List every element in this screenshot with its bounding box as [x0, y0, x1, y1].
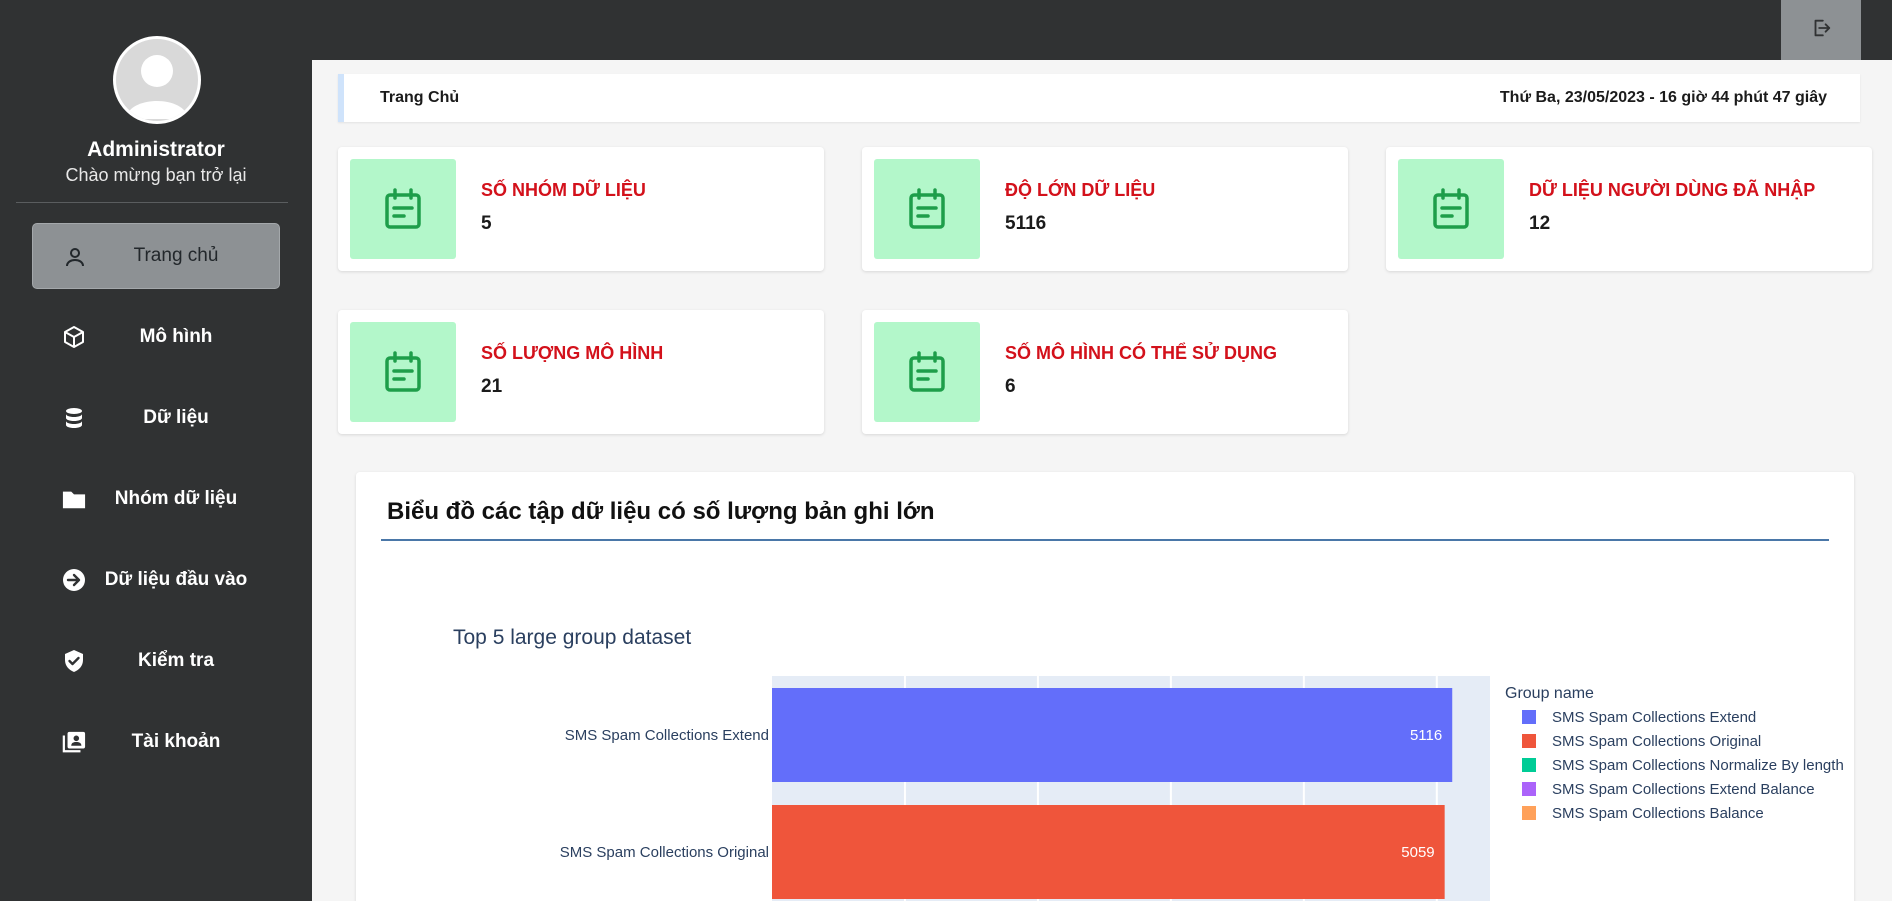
sidebar-divider — [16, 202, 288, 203]
admin-name: Administrator — [87, 138, 225, 161]
sidebar-item-label: Tài khoản — [131, 731, 221, 752]
legend-swatch — [1522, 734, 1536, 748]
notepad-icon — [1398, 159, 1504, 259]
avatar[interactable] — [113, 36, 201, 124]
sidebar-item-label: Dữ liệu — [143, 407, 209, 428]
stat-title: SỐ NHÓM DỮ LIỆU — [481, 180, 646, 200]
stat-card-usable-models: SỐ MÔ HÌNH CÓ THỂ SỬ DỤNG 6 — [862, 310, 1348, 434]
sidebar: Administrator Chào mừng bạn trở lại Tran… — [0, 0, 312, 901]
notepad-icon — [350, 159, 456, 259]
logout-icon — [1810, 17, 1832, 44]
legend-swatch — [1522, 758, 1536, 772]
legend-title: Group name — [1505, 685, 1594, 702]
stat-title: ĐỘ LỚN DỮ LIỆU — [1005, 180, 1156, 200]
category-label: SMS Spam Collections Extend — [565, 727, 769, 744]
stat-value: 6 — [1005, 376, 1016, 397]
welcome-text: Chào mừng bạn trở lại — [65, 165, 247, 185]
chart-title: Top 5 large group dataset — [453, 626, 691, 649]
stat-value: 5 — [481, 213, 492, 234]
chart-panel-divider — [381, 539, 1829, 541]
legend-item: SMS Spam Collections Original — [1552, 733, 1761, 750]
bar — [772, 805, 1445, 899]
main-content: Trang Chủ Thứ Ba, 23/05/2023 - 16 giờ 44… — [312, 60, 1892, 901]
legend-item: SMS Spam Collections Extend Balance — [1552, 781, 1815, 798]
legend-item: SMS Spam Collections Balance — [1552, 805, 1764, 822]
legend-item: SMS Spam Collections Normalize By length — [1552, 757, 1844, 774]
chart-panel: Biểu đồ các tập dữ liệu có số lượng bản … — [356, 472, 1854, 901]
sidebar-item-label: Trang chủ — [133, 245, 219, 266]
breadcrumb: Trang Chủ Thứ Ba, 23/05/2023 - 16 giờ 44… — [338, 74, 1860, 122]
stat-card-user-input: DỮ LIỆU NGƯỜI DÙNG ĐÃ NHẬP 12 — [1386, 147, 1872, 271]
current-datetime: Thứ Ba, 23/05/2023 - 16 giờ 44 phút 47 g… — [1499, 89, 1827, 106]
sidebar-item-label: Nhóm dữ liệu — [114, 488, 238, 509]
sidebar-item-input-data[interactable]: Dữ liệu đầu vào — [32, 547, 280, 613]
stat-value: 21 — [481, 376, 503, 397]
sidebar-item-label: Dữ liệu đầu vào — [104, 569, 248, 590]
sidebar-nav: Trang chủ Mô hình Dữ liệu Nhóm dữ liệu D… — [32, 223, 280, 790]
stat-title: DỮ LIỆU NGƯỜI DÙNG ĐÃ NHẬP — [1529, 180, 1816, 200]
stat-value: 12 — [1529, 213, 1551, 234]
sidebar-item-label: Kiểm tra — [137, 650, 215, 671]
logout-button[interactable] — [1781, 0, 1861, 60]
legend-swatch — [1522, 806, 1536, 820]
legend-swatch — [1522, 710, 1536, 724]
sidebar-item-check[interactable]: Kiểm tra — [32, 628, 280, 694]
data-label: 5059 — [1401, 844, 1434, 861]
stat-card-data-size: ĐỘ LỚN DỮ LIỆU 5116 — [862, 147, 1348, 271]
stat-title: SỐ LƯỢNG MÔ HÌNH — [481, 343, 664, 363]
category-label: SMS Spam Collections Original — [560, 844, 769, 861]
sidebar-item-account[interactable]: Tài khoản — [32, 709, 280, 775]
breadcrumb-home[interactable]: Trang Chủ — [380, 89, 459, 107]
stat-title: SỐ MÔ HÌNH CÓ THỂ SỬ DỤNG — [1005, 343, 1277, 363]
notepad-icon — [350, 322, 456, 422]
sidebar-item-data-groups[interactable]: Nhóm dữ liệu — [32, 466, 280, 532]
stat-value: 5116 — [1005, 213, 1047, 234]
data-label: 5116 — [1410, 727, 1442, 744]
chart-panel-title: Biểu đồ các tập dữ liệu có số lượng bản … — [387, 498, 935, 525]
bar — [772, 688, 1453, 782]
stat-card-model-count: SỐ LƯỢNG MÔ HÌNH 21 — [338, 310, 824, 434]
legend-swatch — [1522, 782, 1536, 796]
sidebar-item-label: Mô hình — [139, 326, 213, 347]
legend-item: SMS Spam Collections Extend — [1552, 709, 1756, 726]
sidebar-item-home[interactable]: Trang chủ — [32, 223, 280, 289]
bar-chart: Top 5 large group dataset 5116 SMS Spam Co… — [453, 626, 1844, 901]
stat-card-data-groups: SỐ NHÓM DỮ LIỆU 5 — [338, 147, 824, 271]
notepad-icon — [874, 159, 980, 259]
sidebar-item-models[interactable]: Mô hình — [32, 304, 280, 370]
notepad-icon — [874, 322, 980, 422]
sidebar-item-data[interactable]: Dữ liệu — [32, 385, 280, 451]
